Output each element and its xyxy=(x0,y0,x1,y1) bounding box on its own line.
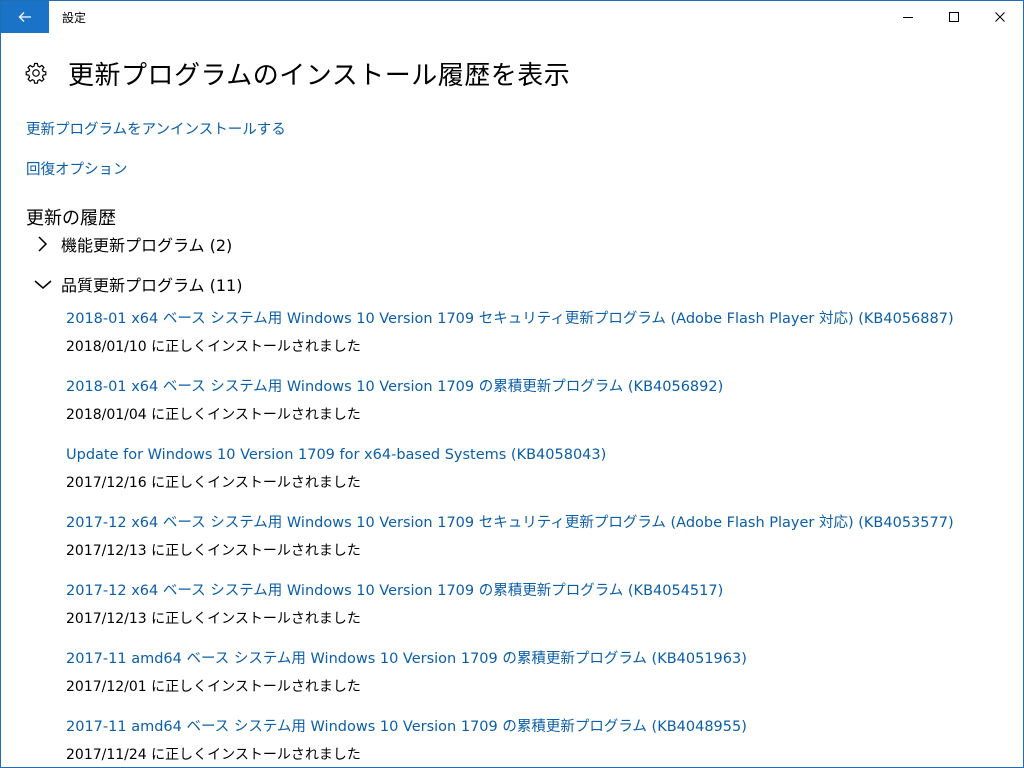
update-item: 2018-01 x64 ベース システム用 Windows 10 Version… xyxy=(66,375,1006,443)
close-button[interactable] xyxy=(977,1,1023,33)
quality-updates-group[interactable]: 品質更新プログラム (11) xyxy=(33,273,242,295)
update-item: 2017-11 amd64 ベース システム用 Windows 10 Versi… xyxy=(66,647,1006,715)
update-status: 2018/01/04 に正しくインストールされました xyxy=(66,407,361,423)
minimize-icon xyxy=(903,17,913,18)
update-title-link[interactable]: 2018-01 x64 ベース システム用 Windows 10 Version… xyxy=(66,375,1006,399)
update-status: 2018/01/10 に正しくインストールされました xyxy=(66,339,361,355)
update-item: 2017-12 x64 ベース システム用 Windows 10 Version… xyxy=(66,511,1006,579)
update-item: 2018-01 x64 ベース システム用 Windows 10 Version… xyxy=(66,307,1006,375)
update-title-link[interactable]: 2017-11 amd64 ベース システム用 Windows 10 Versi… xyxy=(66,647,1006,671)
minimize-button[interactable] xyxy=(885,1,931,33)
update-status: 2017/12/13 に正しくインストールされました xyxy=(66,543,361,559)
uninstall-updates-link[interactable]: 更新プログラムをアンインストールする xyxy=(26,118,286,139)
back-button[interactable] xyxy=(1,1,49,33)
feature-updates-label: 機能更新プログラム (2) xyxy=(61,236,233,255)
title-bar: 設定 xyxy=(1,1,1023,33)
update-title-link[interactable]: 2017-12 x64 ベース システム用 Windows 10 Version… xyxy=(66,579,1006,603)
update-item: 2017-12 x64 ベース システム用 Windows 10 Version… xyxy=(66,579,1006,647)
close-icon xyxy=(995,12,1005,22)
maximize-icon xyxy=(949,12,959,22)
gear-icon xyxy=(25,62,47,84)
settings-window: 設定 更新プログラムのインストール履歴を表示 更新プログラムをアンインストールす… xyxy=(0,0,1024,768)
update-status: 2017/12/13 に正しくインストールされました xyxy=(66,611,361,627)
update-status: 2017/12/01 に正しくインストールされました xyxy=(66,679,361,695)
update-status: 2017/12/16 に正しくインストールされました xyxy=(66,475,361,491)
chevron-down-icon xyxy=(34,280,52,289)
window-title: 設定 xyxy=(62,11,87,25)
quality-updates-label: 品質更新プログラム (11) xyxy=(61,276,243,295)
update-title-link[interactable]: Update for Windows 10 Version 1709 for x… xyxy=(66,443,1006,467)
update-title-link[interactable]: 2018-01 x64 ベース システム用 Windows 10 Version… xyxy=(66,307,1006,331)
update-status: 2017/11/24 に正しくインストールされました xyxy=(66,747,361,763)
update-history-heading: 更新の履歴 xyxy=(26,208,116,229)
quality-updates-list: 2018-01 x64 ベース システム用 Windows 10 Version… xyxy=(66,307,1006,767)
update-item: Update for Windows 10 Version 1709 for x… xyxy=(66,443,1006,511)
update-item: 2017-11 amd64 ベース システム用 Windows 10 Versi… xyxy=(66,715,1006,767)
update-title-link[interactable]: 2017-12 x64 ベース システム用 Windows 10 Version… xyxy=(66,511,1006,535)
chevron-right-icon xyxy=(38,236,48,252)
feature-updates-group[interactable]: 機能更新プログラム (2) xyxy=(33,233,232,255)
maximize-button[interactable] xyxy=(931,1,977,33)
page-title: 更新プログラムのインストール履歴を表示 xyxy=(68,61,571,91)
back-arrow-icon xyxy=(18,12,31,22)
update-title-link[interactable]: 2017-11 amd64 ベース システム用 Windows 10 Versi… xyxy=(66,715,1006,739)
recovery-options-link[interactable]: 回復オプション xyxy=(26,158,128,179)
